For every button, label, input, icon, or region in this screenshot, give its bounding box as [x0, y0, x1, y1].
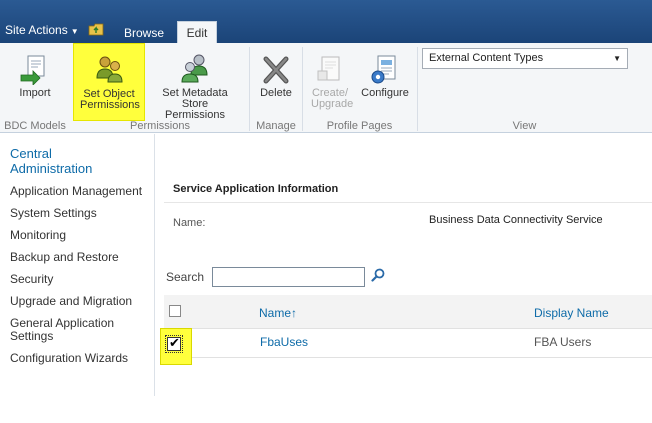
name-label: Name:: [173, 217, 206, 229]
navigate-up-icon[interactable]: [88, 22, 104, 36]
leftnav-item-configuration-wizards[interactable]: Configuration Wizards: [10, 352, 128, 365]
section-divider: [164, 202, 652, 203]
section-title: Service Application Information: [173, 183, 339, 195]
site-actions-label: Site Actions: [5, 23, 68, 37]
configure-icon: [371, 55, 396, 84]
group-label-bdc-models: BDC Models: [4, 120, 66, 132]
group-label-permissions: Permissions: [130, 120, 190, 132]
search-label: Search: [166, 270, 205, 284]
row-checkbox[interactable]: ✔: [165, 335, 183, 353]
create-upgrade-label: Create/ Upgrade: [311, 87, 354, 110]
column-header-display-name[interactable]: Display Name: [534, 306, 609, 320]
ribbon-separator: [417, 47, 418, 131]
tab-edit[interactable]: Edit: [177, 21, 217, 43]
group-label-view: View: [512, 120, 537, 132]
ribbon-separator: [302, 47, 303, 131]
set-metadata-store-permissions-button[interactable]: Set Metadata Store Permissions: [145, 43, 245, 121]
import-icon: [20, 55, 45, 85]
set-object-permissions-button[interactable]: Set Object Permissions: [73, 43, 145, 121]
ribbon: Import Set Object Permissions Set Metada…: [0, 43, 652, 133]
ribbon-separator: [249, 47, 250, 131]
configure-label: Configure: [361, 87, 409, 99]
delete-button[interactable]: Delete: [253, 43, 299, 121]
delete-label: Delete: [260, 87, 292, 99]
name-value: Business Data Connectivity Service: [429, 214, 603, 226]
leftnav-item-backup-and-restore[interactable]: Backup and Restore: [10, 251, 119, 264]
group-label-profile-pages: Profile Pages: [326, 120, 393, 132]
tab-browse[interactable]: Browse: [114, 24, 174, 43]
configure-button[interactable]: Configure: [356, 43, 414, 121]
create-upgrade-button[interactable]: Create/ Upgrade: [305, 43, 355, 121]
chevron-down-icon: ▼: [613, 54, 621, 63]
top-bar: Site Actions ▼ Browse Edit: [0, 0, 652, 43]
delete-icon: [263, 56, 289, 84]
search-icon[interactable]: [371, 268, 385, 282]
create-page-icon: [317, 56, 340, 81]
leftnav-item-security[interactable]: Security: [10, 273, 53, 286]
select-all-checkbox[interactable]: [169, 305, 181, 317]
set-metadata-store-permissions-label: Set Metadata Store Permissions: [162, 87, 228, 121]
checkmark-icon: ✔: [169, 335, 180, 350]
leftnav-item-general-application-settings[interactable]: General Application Settings: [10, 317, 140, 343]
row-name-link[interactable]: FbaUses: [260, 335, 308, 349]
leftnav-item-monitoring[interactable]: Monitoring: [10, 229, 66, 242]
site-actions-menu[interactable]: Site Actions ▼: [5, 23, 79, 37]
users-icon: [181, 54, 208, 83]
search-input[interactable]: [212, 267, 365, 287]
leftnav-heading[interactable]: Central Administration: [10, 146, 120, 176]
import-label: Import: [19, 87, 51, 99]
set-object-permissions-label: Set Object Permissions: [80, 88, 140, 111]
left-navigation: Central Administration Application Manag…: [0, 134, 155, 396]
column-header-name[interactable]: Name↑: [259, 306, 297, 320]
users-permissions-icon: [96, 56, 123, 83]
chevron-down-icon: ▼: [70, 27, 79, 36]
leftnav-item-system-settings[interactable]: System Settings: [10, 207, 97, 220]
view-select-value: External Content Types: [429, 52, 544, 64]
leftnav-item-upgrade-and-migration[interactable]: Upgrade and Migration: [10, 295, 132, 308]
group-label-manage: Manage: [256, 120, 296, 132]
import-button[interactable]: Import: [4, 43, 66, 121]
leftnav-item-application-management[interactable]: Application Management: [10, 185, 142, 198]
view-select[interactable]: External Content Types ▼: [422, 48, 628, 69]
row-display-name: FBA Users: [534, 335, 592, 349]
